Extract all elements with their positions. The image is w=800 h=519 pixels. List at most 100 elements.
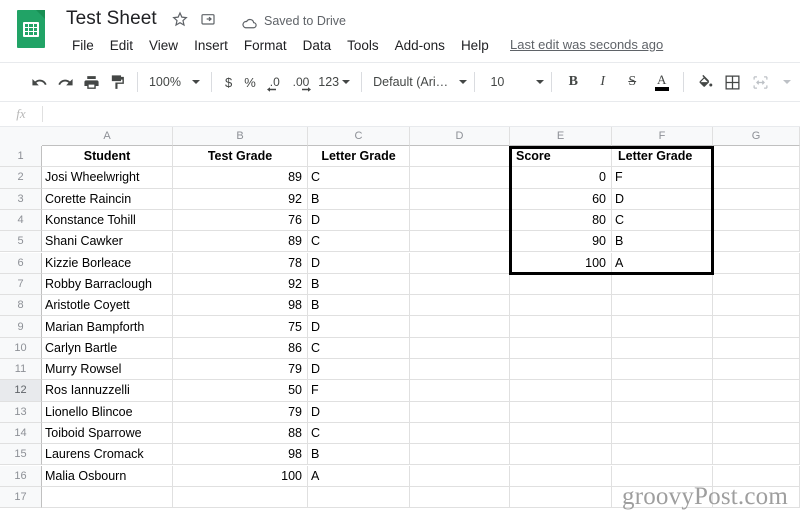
paint-format-icon[interactable] [104,69,130,95]
menu-edit[interactable]: Edit [102,36,141,55]
print-icon[interactable] [78,69,104,95]
grid-cell-empty[interactable] [713,209,800,232]
grid-cell-empty[interactable] [612,444,713,466]
cell-test-grade[interactable]: 86 [173,337,308,359]
row-header-17[interactable]: 17 [0,486,42,509]
row-header-12[interactable]: 12 [0,380,42,402]
grid-cell-empty[interactable] [410,188,510,210]
cell-header-student[interactable]: Student [42,146,173,168]
grid-cell-empty[interactable] [713,380,800,402]
cell-letter-grade[interactable]: B [308,444,410,466]
row-header-1[interactable]: 1 [0,146,42,168]
row-header-10[interactable]: 10 [0,337,42,359]
grid-cell-empty[interactable] [410,359,510,381]
column-header-a[interactable]: A [42,127,173,146]
row-header-11[interactable]: 11 [0,359,42,381]
row-header-2[interactable]: 2 [0,167,42,189]
cell-letter-grade[interactable]: B [308,273,410,296]
cell-letter-grade[interactable]: B [308,188,410,210]
column-header-d[interactable]: D [410,127,510,146]
cell-lookup-score[interactable]: 100 [510,252,612,274]
cell-student-name[interactable]: Ros Iannuzzelli [42,380,173,402]
star-icon[interactable] [172,11,188,27]
cell-student-name[interactable]: Robby Barraclough [42,273,173,296]
cell-letter-grade[interactable]: C [308,337,410,359]
grid-cell-empty[interactable] [410,444,510,466]
grid-cell-empty[interactable] [510,422,612,445]
grid-cell-empty[interactable] [42,486,173,509]
cell-letter-grade[interactable]: A [308,465,410,487]
document-title[interactable]: Test Sheet [66,8,157,30]
cell-test-grade[interactable]: 98 [173,444,308,466]
grid-cell-empty[interactable] [410,486,510,509]
grid-cell-empty[interactable] [612,422,713,445]
italic-button[interactable]: I [588,69,617,95]
grid-cell-empty[interactable] [510,273,612,296]
cell-student-name[interactable]: Lionello Blincoe [42,401,173,423]
grid-cell-empty[interactable] [510,337,612,359]
zoom-selector[interactable]: 100% [145,75,204,89]
grid-cell-empty[interactable] [410,465,510,487]
grid-cell-empty[interactable] [713,337,800,359]
grid-cell-empty[interactable] [510,359,612,381]
cell-test-grade[interactable]: 76 [173,209,308,232]
grid-cell-empty[interactable] [410,337,510,359]
column-header-e[interactable]: E [510,127,612,146]
row-header-16[interactable]: 16 [0,465,42,487]
grid-cell-empty[interactable] [410,316,510,338]
cell-test-grade[interactable]: 79 [173,401,308,423]
grid-cell-empty[interactable] [510,401,612,423]
grid-cell-empty[interactable] [410,209,510,232]
column-header-f[interactable]: F [612,127,713,146]
cell-letter-grade[interactable]: C [308,422,410,445]
menu-format[interactable]: Format [236,36,295,55]
cell-test-grade[interactable]: 89 [173,167,308,189]
cell-letter-grade[interactable]: D [308,401,410,423]
row-header-13[interactable]: 13 [0,401,42,423]
grid-cell-empty[interactable] [713,444,800,466]
menu-view[interactable]: View [141,36,186,55]
grid-cell-empty[interactable] [612,380,713,402]
cell-lookup-header-score[interactable]: Score [510,146,612,168]
grid-cell-empty[interactable] [410,252,510,274]
bold-button[interactable]: B [559,69,588,95]
cell-test-grade[interactable]: 79 [173,359,308,381]
grid-cell-empty[interactable] [713,359,800,381]
grid-cell-empty[interactable] [410,380,510,402]
cell-student-name[interactable]: Shani Cawker [42,231,173,253]
cell-lookup-letter[interactable]: A [612,252,713,274]
cell-lookup-score[interactable]: 90 [510,231,612,253]
cell-letter-grade[interactable]: B [308,295,410,317]
redo-icon[interactable] [52,69,78,95]
cell-header-test-grade[interactable]: Test Grade [173,146,308,168]
column-header-g[interactable]: G [713,127,800,146]
last-edit-link[interactable]: Last edit was seconds ago [510,37,663,52]
cell-student-name[interactable]: Marian Bampforth [42,316,173,338]
grid-cell-empty[interactable] [410,295,510,317]
grid-cell-empty[interactable] [612,401,713,423]
column-header-b[interactable]: B [173,127,308,146]
cell-test-grade[interactable]: 75 [173,316,308,338]
cell-student-name[interactable]: Corette Raincin [42,188,173,210]
menu-addons[interactable]: Add-ons [387,36,453,55]
cell-lookup-letter[interactable]: D [612,188,713,210]
grid-cell-empty[interactable] [713,295,800,317]
cell-student-name[interactable]: Toiboid Sparrowe [42,422,173,445]
percent-format-button[interactable]: % [238,75,262,90]
cell-test-grade[interactable]: 92 [173,273,308,296]
cell-test-grade[interactable]: 50 [173,380,308,402]
cell-letter-grade[interactable]: F [308,380,410,402]
menu-tools[interactable]: Tools [339,36,387,55]
row-header-14[interactable]: 14 [0,422,42,445]
cell-test-grade[interactable]: 98 [173,295,308,317]
cell-header-letter-grade[interactable]: Letter Grade [308,146,410,168]
undo-icon[interactable] [26,69,52,95]
cell-test-grade[interactable]: 100 [173,465,308,487]
cell-student-name[interactable]: Kizzie Borleace [42,252,173,274]
menu-data[interactable]: Data [295,36,340,55]
more-formats-selector[interactable]: 123 [314,75,354,89]
grid-cell-empty[interactable] [410,167,510,189]
grid-cell-empty[interactable] [713,422,800,445]
menu-help[interactable]: Help [453,36,497,55]
grid-cell-empty[interactable] [713,316,800,338]
